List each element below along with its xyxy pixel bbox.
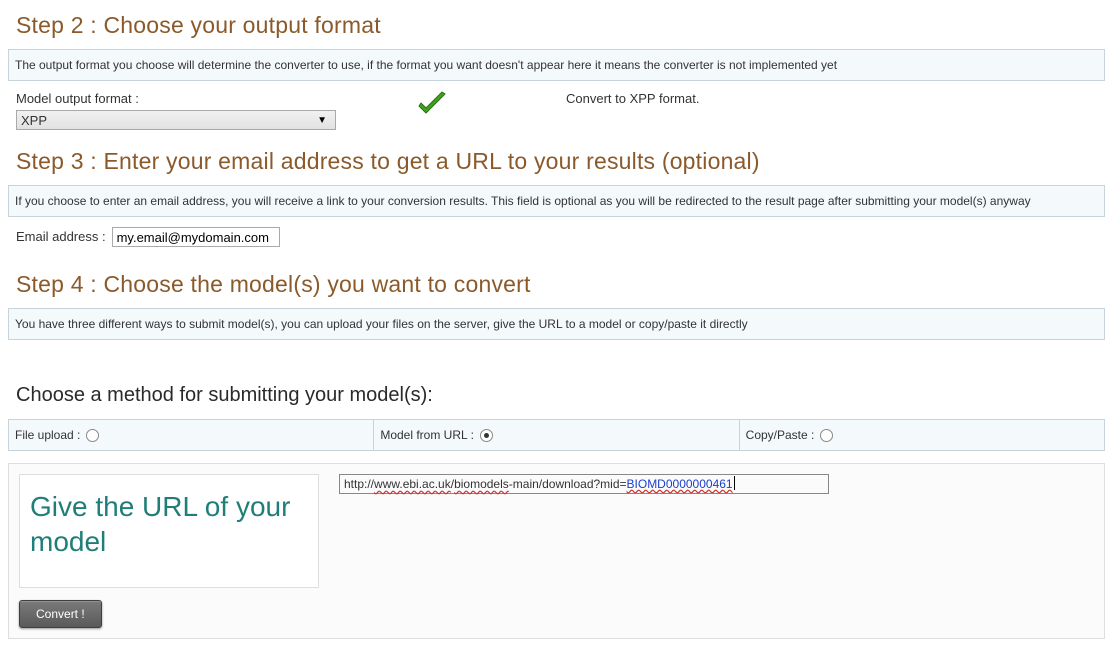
check-valid-icon [416,91,448,122]
method-copy-paste[interactable]: Copy/Paste : [740,420,1104,450]
method-from-url[interactable]: Model from URL : [374,420,739,450]
output-format-value: XPP [21,113,47,128]
model-url-value: http://www.ebi.ac.uk/biomodels-main/down… [344,477,735,491]
radio-from-url[interactable] [480,429,493,442]
radio-copy-paste[interactable] [820,429,833,442]
step4-title: Step 4 : Choose the model(s) you want to… [16,271,1097,298]
url-panel: Give the URL of your model http://www.eb… [8,463,1105,639]
step3-info: If you choose to enter an email address,… [8,185,1105,217]
method-copy-paste-label: Copy/Paste : [746,428,815,442]
step3-row: Email address : [16,227,1097,247]
email-input[interactable] [112,227,280,247]
step2-title: Step 2 : Choose your output format [16,12,1097,39]
chevron-down-icon: ▼ [317,115,327,126]
step2-row: Model output format : XPP ▼ Convert to X… [16,91,1097,130]
model-url-input[interactable]: http://www.ebi.ac.uk/biomodels-main/down… [339,474,829,494]
method-file-upload[interactable]: File upload : [9,420,374,450]
url-panel-right: http://www.ebi.ac.uk/biomodels-main/down… [339,474,829,494]
method-title: Choose a method for submitting your mode… [16,384,1097,407]
url-panel-title: Give the URL of your model [30,489,308,559]
step4-info: You have three different ways to submit … [8,308,1105,340]
email-label: Email address : [16,227,106,244]
convert-button[interactable]: Convert ! [19,600,102,628]
output-format-label: Model output format : [16,91,416,106]
radio-file-upload[interactable] [86,429,99,442]
url-panel-left: Give the URL of your model [19,474,319,588]
output-format-select[interactable]: XPP ▼ [16,110,336,130]
step2-info: The output format you choose will determ… [8,49,1105,81]
text-caret-icon [734,476,735,490]
method-bar: File upload : Model from URL : Copy/Past… [8,419,1105,451]
step2-format-cell: Model output format : XPP ▼ [16,91,416,130]
method-file-upload-label: File upload : [15,428,80,442]
step2-note: Convert to XPP format. [566,91,1097,106]
step2-check-cell [416,91,566,122]
step3-title: Step 3 : Enter your email address to get… [16,148,1097,175]
method-from-url-label: Model from URL : [380,428,474,442]
